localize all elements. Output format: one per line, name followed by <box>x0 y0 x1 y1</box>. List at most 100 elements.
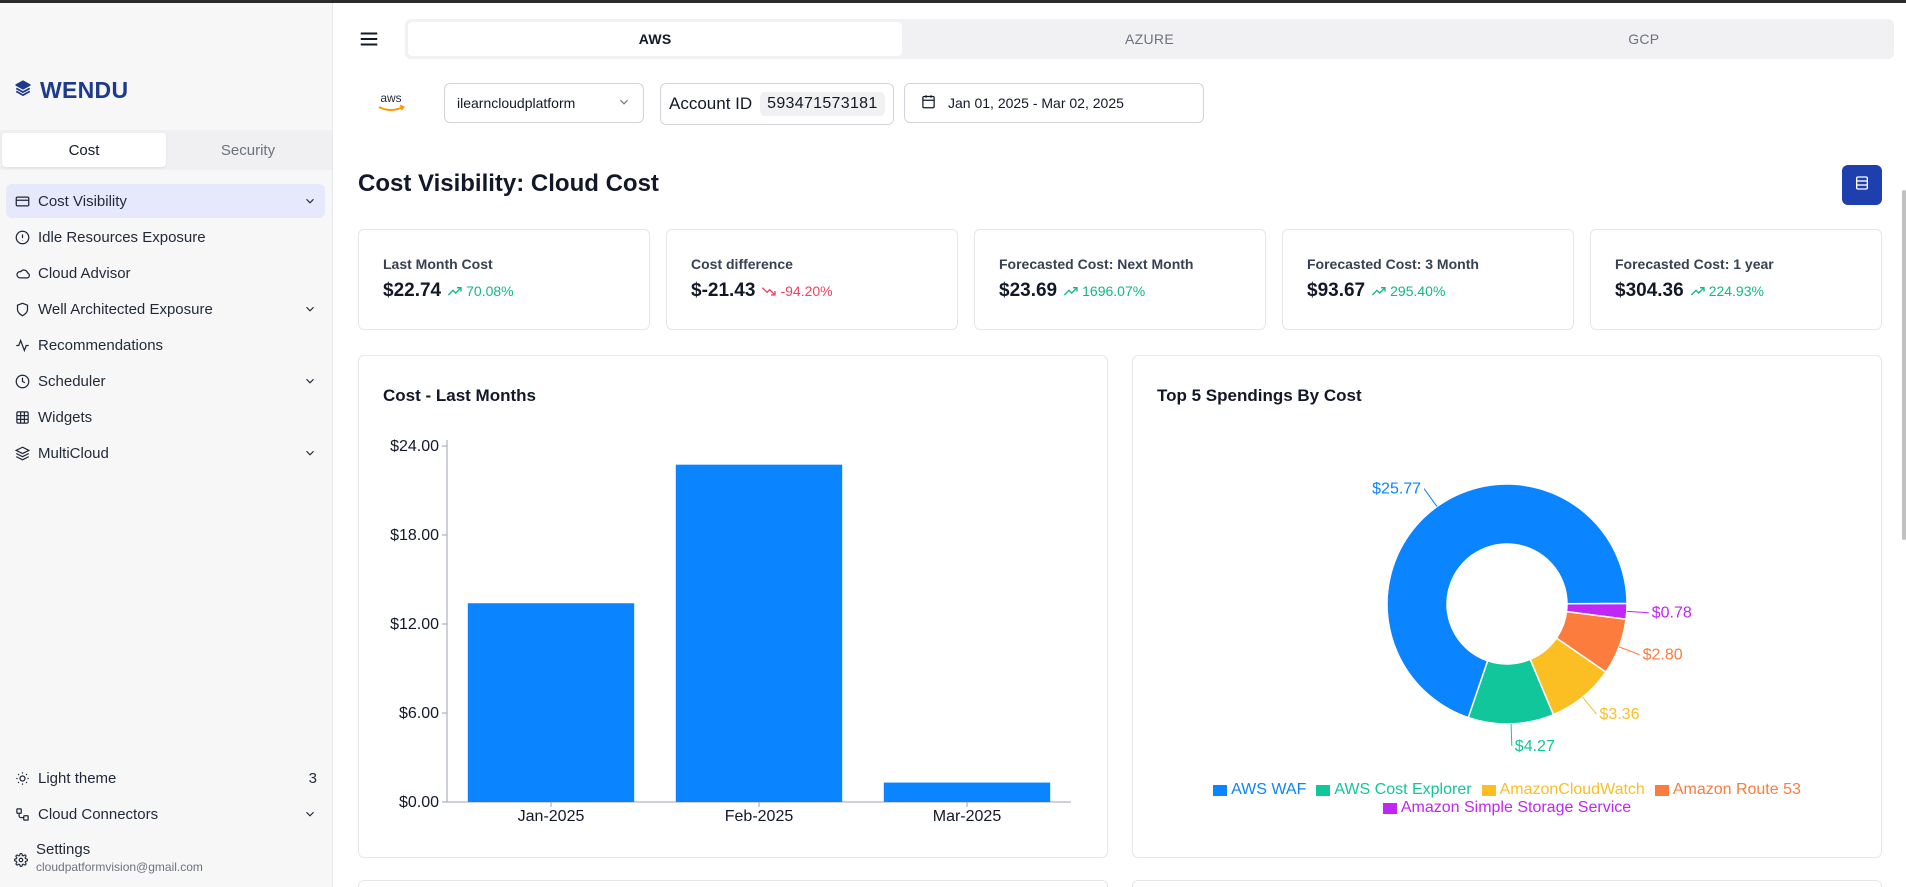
legend-label: Amazon Route 53 <box>1672 781 1801 798</box>
legend-item[interactable]: Amazon Route 53 <box>1654 781 1801 799</box>
date-range-value: Jan 01, 2025 - Mar 02, 2025 <box>948 95 1124 111</box>
date-range-picker[interactable]: Jan 01, 2025 - Mar 02, 2025 <box>904 83 1204 123</box>
sidebar-item-recommendations[interactable]: Recommendations <box>6 328 325 362</box>
kpi-value: $22.74 <box>383 280 442 301</box>
slice-label: $0.78 <box>1652 605 1692 622</box>
page-scrollbar[interactable] <box>1902 190 1906 540</box>
x-tick-label: Jan-2025 <box>518 808 585 825</box>
sidebar-bottom: Light theme 3 Cloud Connectors <box>6 761 325 833</box>
layers-icon <box>14 445 30 461</box>
legend-swatch <box>1213 784 1228 796</box>
sidebar-item-scheduler[interactable]: Scheduler <box>6 364 325 398</box>
top-spendings-card: Top 5 Spendings By Cost $0.78 $2.80 $3.36 $… <box>1132 355 1882 858</box>
kpi-card-cost-difference: Cost difference $-21.43 -94.20% <box>666 229 958 330</box>
legend-swatch <box>1654 784 1669 796</box>
brand-name: WENDU <box>40 77 129 103</box>
sidebar-item-cloud-connectors[interactable]: Cloud Connectors <box>6 797 325 831</box>
slice-label-leader <box>1618 646 1640 656</box>
sidebar-item-label: Cloud Advisor <box>38 264 131 282</box>
y-tick-label: $18.00 <box>390 527 439 544</box>
chevron-down-icon <box>303 446 317 460</box>
slice-label: $25.77 <box>1372 481 1421 498</box>
legend-item[interactable]: Amazon Simple Storage Service <box>1382 799 1631 817</box>
donut-chart: $0.78 $2.80 $3.36 $4.27 $25.77 <box>1372 481 1692 755</box>
bar <box>883 782 1051 802</box>
legend-item[interactable]: AmazonCloudWatch <box>1481 781 1645 799</box>
sidebar-item-multicloud[interactable]: MultiCloud <box>6 436 325 470</box>
cloud-icon <box>14 265 30 281</box>
account-id-field: Account ID 593471573181 <box>660 83 894 125</box>
cost-last-months-card: Cost - Last Months $0.00 $6.00 $12.00 $18.0… <box>358 355 1108 858</box>
alert-circle-icon <box>14 229 30 245</box>
sidebar: WENDU Cost Security Cost Visibility Idle… <box>0 3 333 887</box>
legend-swatch <box>1481 784 1496 796</box>
sidebar-item-label: Scheduler <box>38 372 106 390</box>
aws-logo-text: aws <box>380 91 401 105</box>
sidebar-segment-control: Cost Security <box>0 130 332 170</box>
bar-chart: $0.00 $6.00 $12.00 $18.00 $24.00 Jan-2025 Feb-… <box>390 438 1071 825</box>
brand[interactable]: WENDU <box>14 77 128 104</box>
sidebar-item-well-architected[interactable]: Well Architected Exposure <box>6 292 325 326</box>
kpi-card-forecast-1-year: Forecasted Cost: 1 year $304.36 224.93% <box>1590 229 1882 330</box>
gear-icon <box>14 853 28 872</box>
kpi-delta-value: -94.20% <box>780 283 833 299</box>
legend-item[interactable]: AWS Cost Explorer <box>1316 781 1472 799</box>
y-tick-label: $12.00 <box>390 616 439 633</box>
sidebar-item-widgets[interactable]: Widgets <box>6 400 325 434</box>
kpi-delta: 295.40% <box>1371 283 1445 299</box>
legend-label: AmazonCloudWatch <box>1499 781 1645 798</box>
sidebar-item-cloud-advisor[interactable]: Cloud Advisor <box>6 256 325 290</box>
menu-icon[interactable] <box>358 28 380 50</box>
legend-label: AWS Cost Explorer <box>1334 781 1472 798</box>
kpi-delta: 224.93% <box>1690 283 1764 299</box>
slice-label-leader <box>1423 488 1438 507</box>
x-tick-label: Feb-2025 <box>725 808 794 825</box>
kpi-delta-value: 1696.07% <box>1082 283 1146 299</box>
segment-cost[interactable]: Cost <box>2 133 166 167</box>
sidebar-item-cost-visibility[interactable]: Cost Visibility <box>6 184 325 218</box>
aws-logo: aws <box>374 91 408 115</box>
settings-label: Settings <box>36 841 91 858</box>
kpi-title: Last Month Cost <box>383 256 493 272</box>
segment-security[interactable]: Security <box>166 133 330 167</box>
next-card-peek <box>358 880 1108 887</box>
account-select[interactable]: ilearncloudplatform <box>444 83 644 123</box>
chevron-down-icon <box>303 302 317 316</box>
trend-up-icon <box>1690 287 1705 296</box>
kpi-value: $93.67 <box>1307 280 1366 301</box>
kpi-delta: 70.08% <box>447 283 514 299</box>
theme-label: Light theme <box>38 769 117 787</box>
sidebar-item-label: MultiCloud <box>38 444 109 462</box>
kpi-delta: 1696.07% <box>1063 283 1145 299</box>
tab-gcp[interactable]: GCP <box>1397 22 1891 56</box>
kpi-value: $-21.43 <box>691 280 756 301</box>
y-tick-label: $0.00 <box>399 794 439 811</box>
kpi-delta-value: 70.08% <box>466 283 514 299</box>
sidebar-item-label: Idle Resources Exposure <box>38 228 206 246</box>
slice-label-leader <box>1510 723 1513 746</box>
kpi-title: Forecasted Cost: Next Month <box>999 256 1194 272</box>
legend-item[interactable]: AWS WAF <box>1213 781 1306 799</box>
activity-icon <box>14 337 30 353</box>
account-id-label: Account ID <box>669 94 753 113</box>
kpi-card-forecast-3-month: Forecasted Cost: 3 Month $93.67 295.40% <box>1282 229 1574 330</box>
sidebar-item-idle-resources[interactable]: Idle Resources Exposure <box>6 220 325 254</box>
settings-item[interactable]: Settings cloudpatformvision@gmail.com <box>14 841 203 874</box>
chevron-down-icon <box>303 807 317 821</box>
report-button[interactable] <box>1842 165 1882 205</box>
sidebar-item-label: Cost Visibility <box>38 192 127 210</box>
chevron-down-icon <box>303 194 317 208</box>
trend-up-icon <box>1371 287 1386 296</box>
legend-swatch <box>1382 802 1397 814</box>
chart-title: Top 5 Spendings By Cost <box>1157 386 1362 405</box>
kpi-value: $304.36 <box>1615 280 1684 301</box>
theme-toggle[interactable]: Light theme 3 <box>6 761 325 795</box>
chevron-down-icon <box>303 374 317 388</box>
tab-azure[interactable]: AZURE <box>902 22 1396 56</box>
tab-aws[interactable]: AWS <box>408 22 903 56</box>
x-tick-label: Mar-2025 <box>933 808 1002 825</box>
sidebar-item-label: Well Architected Exposure <box>38 300 213 318</box>
list-icon <box>1854 175 1870 196</box>
kpi-card-last-month: Last Month Cost $22.74 70.08% <box>358 229 650 330</box>
theme-count: 3 <box>308 769 317 787</box>
